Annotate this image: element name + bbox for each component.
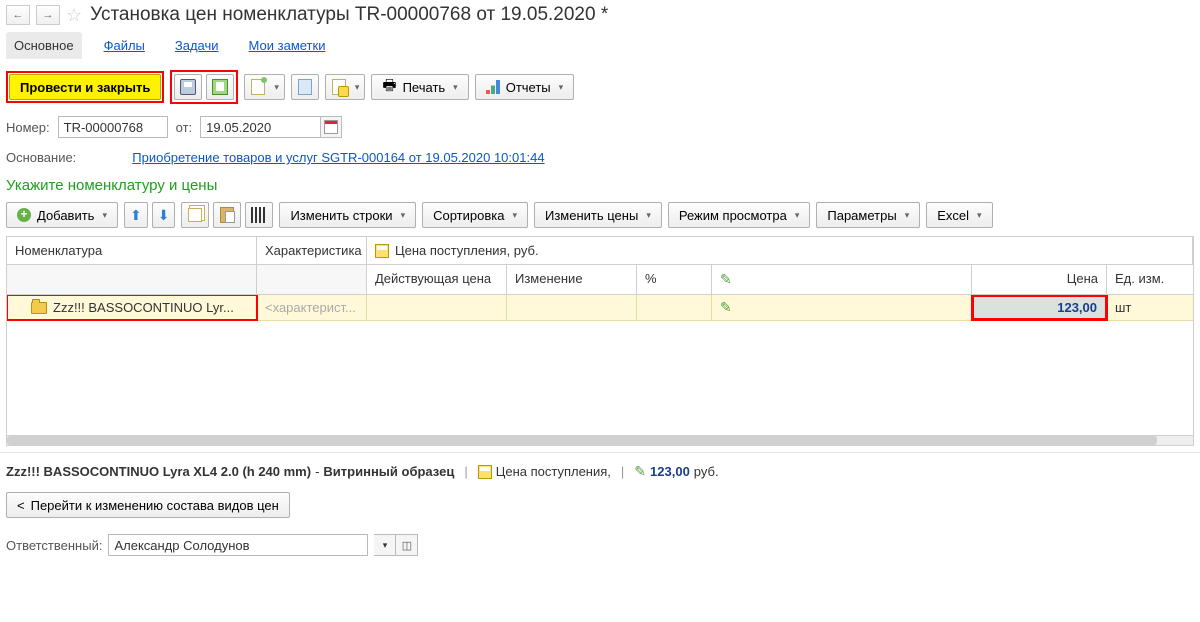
pencil-icon: ✎ bbox=[720, 299, 732, 316]
paste-icon bbox=[219, 207, 235, 223]
basis-label: Основание: bbox=[6, 150, 76, 165]
print-icon: 🖶 bbox=[382, 75, 396, 100]
excel-button[interactable]: Excel▾ bbox=[926, 202, 992, 228]
horizontal-scrollbar[interactable] bbox=[6, 436, 1194, 446]
responsible-open[interactable]: ◫ bbox=[396, 534, 418, 556]
col-header-price[interactable]: Цена bbox=[972, 265, 1107, 294]
section-title: Укажите номенклатуру и цены bbox=[0, 171, 1200, 198]
col-header-change[interactable]: Изменение bbox=[507, 265, 637, 294]
barcode-icon bbox=[251, 207, 267, 223]
doc-plus-icon bbox=[250, 79, 266, 95]
date-field[interactable]: 19.05.2020 bbox=[200, 116, 320, 138]
tab-tasks[interactable]: Задачи bbox=[167, 32, 227, 59]
selection-summary: Zzz!!! BASSOCONTINUO Lyra XL4 2.0 (h 240… bbox=[0, 452, 1200, 486]
folder-icon bbox=[31, 302, 47, 314]
favorite-star-icon[interactable]: ☆ bbox=[66, 5, 82, 26]
save-icon bbox=[180, 79, 196, 95]
create-based-button[interactable]: ▾ bbox=[244, 74, 285, 100]
price-grid: Номенклатура Характеристика Цена поступл… bbox=[6, 236, 1194, 436]
pencil-icon: ✎ bbox=[634, 463, 646, 480]
move-up-button[interactable]: ⬆ bbox=[124, 202, 148, 228]
attach-button[interactable]: ▾ bbox=[325, 74, 366, 100]
open-icon: ◫ bbox=[402, 539, 412, 552]
paste-button[interactable] bbox=[213, 202, 241, 228]
cell-change[interactable] bbox=[507, 295, 637, 320]
list-button[interactable] bbox=[291, 74, 319, 100]
view-mode-button[interactable]: Режим просмотра▾ bbox=[668, 202, 811, 228]
tab-files[interactable]: Файлы bbox=[96, 32, 153, 59]
calculator-icon bbox=[375, 244, 389, 258]
date-label: от: bbox=[176, 120, 193, 135]
col-header-percent[interactable]: % bbox=[637, 265, 712, 294]
move-down-button[interactable]: ⬇ bbox=[152, 202, 176, 228]
responsible-field[interactable]: Александр Солодунов bbox=[108, 534, 368, 556]
chevron-down-icon: ▾ bbox=[383, 540, 388, 551]
post-and-close-button[interactable]: Провести и закрыть bbox=[9, 74, 161, 100]
tab-notes[interactable]: Мои заметки bbox=[241, 32, 334, 59]
goto-price-types-button[interactable]: < Перейти к изменению состава видов цен bbox=[6, 492, 290, 518]
responsible-label: Ответственный: bbox=[6, 538, 102, 553]
cell-nomenclature[interactable]: Zzz!!! BASSOCONTINUO Lyr... bbox=[7, 295, 257, 320]
arrow-down-icon: ⬇ bbox=[158, 207, 170, 224]
barcode-button[interactable] bbox=[245, 202, 273, 228]
col-header-characteristic[interactable]: Характеристика bbox=[257, 237, 367, 264]
number-label: Номер: bbox=[6, 120, 50, 135]
col-header-unit[interactable]: Ед. изм. bbox=[1107, 265, 1177, 294]
col-header-current-price[interactable]: Действующая цена bbox=[367, 265, 507, 294]
arrow-up-icon: ⬆ bbox=[130, 207, 142, 224]
cell-characteristic[interactable]: <характерист... bbox=[257, 295, 367, 320]
attach-icon bbox=[331, 79, 347, 95]
post-button[interactable] bbox=[206, 74, 234, 100]
cell-percent[interactable] bbox=[637, 295, 712, 320]
col-header-edit[interactable]: ✎ bbox=[712, 265, 972, 294]
post-icon bbox=[212, 79, 228, 95]
pencil-icon: ✎ bbox=[720, 271, 732, 287]
col-header-nomenclature[interactable]: Номенклатура bbox=[7, 237, 257, 264]
copy-icon bbox=[187, 207, 203, 223]
cell-current-price[interactable] bbox=[367, 295, 507, 320]
basis-link[interactable]: Приобретение товаров и услуг SGTR-000164… bbox=[132, 150, 544, 165]
page-title: Установка цен номенклатуры TR-00000768 о… bbox=[90, 4, 608, 26]
cell-pencil[interactable]: ✎ bbox=[712, 295, 972, 320]
change-rows-button[interactable]: Изменить строки▾ bbox=[279, 202, 416, 228]
params-button[interactable]: Параметры▾ bbox=[816, 202, 920, 228]
calendar-icon bbox=[324, 120, 338, 134]
add-button[interactable]: +Добавить▾ bbox=[6, 202, 118, 228]
table-row[interactable]: Zzz!!! BASSOCONTINUO Lyr... <характерист… bbox=[7, 295, 1193, 321]
calculator-icon bbox=[478, 465, 492, 479]
tab-main[interactable]: Основное bbox=[6, 32, 82, 59]
cell-unit: шт bbox=[1107, 295, 1177, 320]
cell-price[interactable]: 123,00 bbox=[972, 295, 1107, 320]
col-header-price-group[interactable]: Цена поступления, руб. bbox=[367, 237, 1193, 264]
print-button[interactable]: 🖶Печать▾ bbox=[371, 74, 468, 100]
copy-button[interactable] bbox=[181, 202, 209, 228]
plus-icon: + bbox=[17, 208, 31, 222]
save-button[interactable] bbox=[174, 74, 202, 100]
number-field[interactable]: TR-00000768 bbox=[58, 116, 168, 138]
responsible-dropdown[interactable]: ▾ bbox=[374, 534, 396, 556]
list-icon bbox=[297, 79, 313, 95]
sort-button[interactable]: Сортировка▾ bbox=[422, 202, 528, 228]
reports-button[interactable]: Отчеты▾ bbox=[475, 74, 574, 100]
nav-back[interactable]: ← bbox=[6, 5, 30, 25]
calendar-button[interactable] bbox=[320, 116, 342, 138]
nav-forward[interactable]: → bbox=[36, 5, 60, 25]
change-prices-button[interactable]: Изменить цены▾ bbox=[534, 202, 662, 228]
chart-icon bbox=[486, 80, 500, 94]
